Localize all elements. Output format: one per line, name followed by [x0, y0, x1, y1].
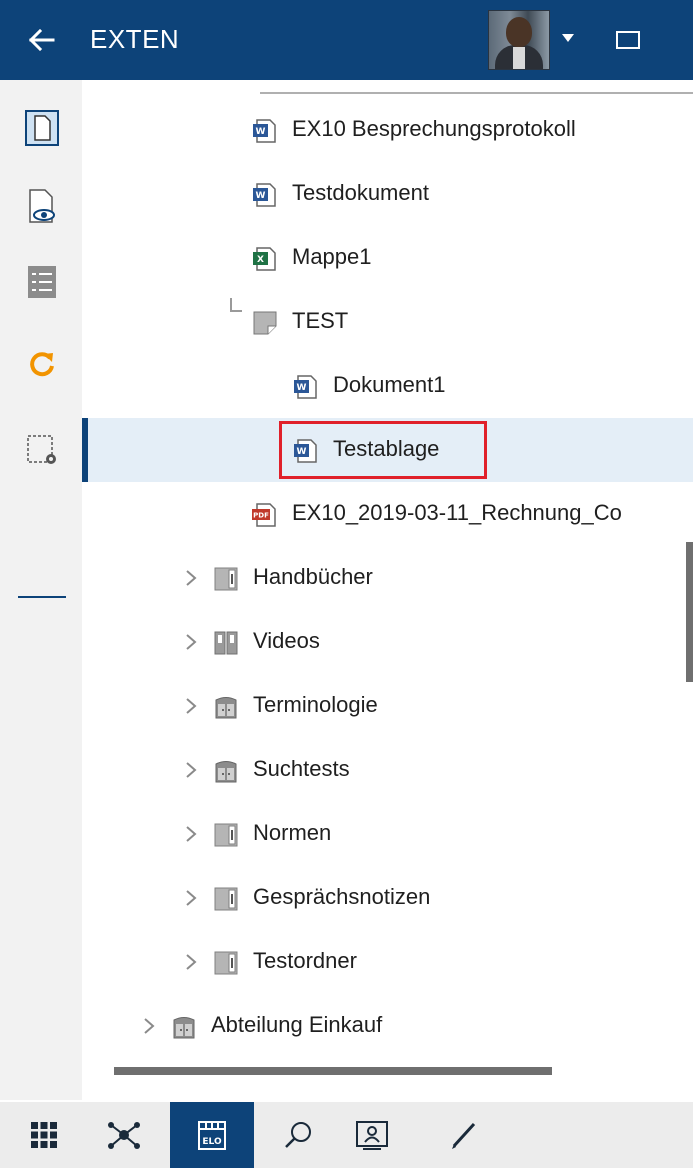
preview-button[interactable] — [16, 180, 68, 232]
search-icon — [285, 1122, 311, 1148]
binder-icon — [214, 887, 238, 911]
tree-item[interactable]: W Dokument1 — [82, 354, 693, 418]
svg-text:W: W — [256, 127, 266, 137]
tree-item-label: Videos — [253, 628, 320, 653]
binders-icon — [214, 631, 238, 655]
tree-item[interactable]: TEST — [82, 290, 693, 354]
caret-down-icon[interactable] — [558, 28, 578, 48]
chevron-right-icon[interactable] — [184, 888, 198, 908]
tree-item[interactable]: Abteilung Einkauf — [82, 994, 693, 1058]
partial-row-above — [260, 80, 693, 94]
search-button[interactable] — [262, 1102, 334, 1168]
word-icon: W — [294, 375, 317, 399]
svg-text:W: W — [297, 447, 307, 457]
header-title: EXTEN — [90, 24, 180, 54]
chevron-right-icon[interactable] — [184, 696, 198, 716]
tree-item[interactable]: W EX10 Besprechungsprotokoll — [82, 98, 693, 162]
pdf-icon: PDF — [252, 503, 276, 527]
tree-item[interactable]: Suchtests — [82, 738, 693, 802]
tree-item-label: Normen — [253, 820, 332, 845]
tree-item-label: Testdokument — [292, 180, 429, 205]
svg-text:X: X — [257, 255, 264, 265]
tree-item[interactable]: Gesprächsnotizen — [82, 866, 693, 930]
tree-item-label: Abteilung Einkauf — [211, 1012, 383, 1037]
tree-item[interactable]: Normen — [82, 802, 693, 866]
edit-pen-icon — [452, 1122, 476, 1149]
tree-connector — [230, 298, 242, 312]
selection-settings-button[interactable] — [16, 424, 68, 476]
chevron-right-icon[interactable] — [184, 568, 198, 588]
document-icon — [25, 110, 59, 146]
presentation-button[interactable] — [336, 1102, 408, 1168]
list-view-button[interactable] — [16, 256, 68, 308]
repository-button[interactable]: ELO — [170, 1102, 254, 1168]
tree-item[interactable]: W Testdokument — [82, 162, 693, 226]
network-button[interactable] — [88, 1102, 160, 1168]
back-button[interactable] — [22, 22, 62, 58]
tree-item[interactable]: X Mappe1 — [82, 226, 693, 290]
app-header: EXTEN — [0, 0, 693, 80]
tree-item-label: Testordner — [253, 948, 357, 973]
chevron-right-icon[interactable] — [142, 1016, 156, 1036]
word-icon: W — [294, 439, 317, 463]
apps-button[interactable] — [8, 1102, 80, 1168]
tree-item-label: EX10_2019-03-11_Rechnung_Co — [292, 500, 622, 525]
tree-item-selected[interactable]: W Testablage — [82, 418, 693, 482]
horizontal-scrollbar[interactable] — [114, 1067, 552, 1075]
repository-tree: W EX10 Besprechungsprotokoll W Testdokum… — [82, 80, 693, 1090]
excel-icon: X — [253, 247, 276, 271]
cabinet-icon — [215, 761, 237, 783]
word-icon: W — [253, 183, 276, 207]
selection-indicator — [82, 418, 88, 482]
chevron-right-icon[interactable] — [184, 952, 198, 972]
binder-icon — [214, 823, 238, 847]
tree-item-label: Gesprächsnotizen — [253, 884, 431, 909]
list-view-icon — [28, 266, 56, 298]
vertical-scrollbar[interactable] — [686, 542, 693, 682]
tree-item-label: Mappe1 — [292, 244, 372, 269]
tree-item[interactable]: Videos — [82, 610, 693, 674]
svg-text:W: W — [297, 383, 307, 393]
document-view-button[interactable] — [16, 102, 68, 154]
tree-item-label: Terminologie — [253, 692, 378, 717]
presentation-icon — [356, 1121, 388, 1150]
chevron-right-icon[interactable] — [184, 760, 198, 780]
tree-item[interactable]: Testordner — [82, 930, 693, 994]
tree-item-label: Handbücher — [253, 564, 373, 589]
tree-item-label: Suchtests — [253, 756, 350, 781]
tree-item-label: TEST — [292, 308, 349, 333]
bottom-navigation: ELO — [0, 1102, 693, 1168]
tree-item-label: Testablage — [333, 436, 440, 461]
window-icon[interactable] — [612, 26, 644, 54]
word-icon: W — [253, 119, 276, 143]
chevron-right-icon[interactable] — [184, 632, 198, 652]
svg-text:W: W — [256, 191, 266, 201]
preview-eye-icon — [29, 189, 55, 223]
tree-item[interactable]: Terminologie — [82, 674, 693, 738]
folder-icon — [253, 311, 277, 335]
svg-text:PDF: PDF — [253, 512, 269, 520]
cabinet-icon — [215, 697, 237, 719]
toolbar-divider — [18, 596, 66, 598]
left-toolbar — [0, 80, 82, 1100]
network-icon — [108, 1122, 140, 1149]
tree-item[interactable]: Handbücher — [82, 546, 693, 610]
user-avatar[interactable] — [488, 10, 550, 70]
tree-item-label: Dokument1 — [333, 372, 446, 397]
arrow-left-icon — [29, 29, 55, 51]
refresh-icon — [30, 352, 54, 377]
elo-repository-icon: ELO — [198, 1121, 226, 1150]
selection-settings-icon — [27, 435, 56, 464]
apps-grid-icon — [31, 1122, 57, 1148]
chevron-right-icon[interactable] — [184, 824, 198, 844]
elo-label: ELO — [202, 1137, 222, 1147]
tree-item-label: EX10 Besprechungsprotokoll — [292, 116, 576, 141]
cabinet-icon — [173, 1017, 195, 1039]
binder-icon — [214, 567, 238, 591]
tree-item[interactable]: PDF EX10_2019-03-11_Rechnung_Co — [82, 482, 693, 546]
binder-icon — [214, 951, 238, 975]
edit-button[interactable] — [428, 1102, 500, 1168]
refresh-button[interactable] — [16, 338, 68, 390]
